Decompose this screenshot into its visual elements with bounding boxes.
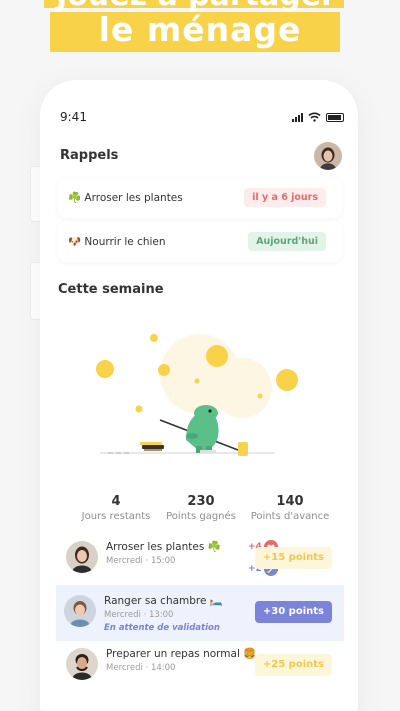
today-badge: Aujourd'hui <box>248 232 326 251</box>
avatar <box>66 648 98 680</box>
stat-points-ahead: 140 Points d'avance <box>250 494 330 522</box>
profile-avatar[interactable] <box>314 142 342 170</box>
reminder-item[interactable]: 🐶 Nourrir le chien Aujourd'hui <box>58 222 342 262</box>
reminder-label: 🐶 Nourrir le chien <box>68 236 166 248</box>
task-points: +30 points <box>254 601 332 623</box>
task-title: Ranger sa chambre 🛏️ <box>104 595 223 607</box>
task-title: Preparer un repas normal 🍔 <box>106 648 257 660</box>
task-status: En attente de validation <box>104 623 220 633</box>
task-item[interactable]: Preparer un repas normal 🍔 Mercredi · 14… <box>58 638 344 692</box>
dino-sweeping-illustration <box>60 312 344 482</box>
task-time: Mercredi · 14:00 <box>106 663 176 673</box>
overdue-badge: il y a 6 jours <box>244 188 326 207</box>
task-title: Arroser les plantes ☘️ <box>106 541 221 553</box>
headline-line-2: le ménage <box>98 10 302 49</box>
reminders-title: Rappels <box>60 148 119 163</box>
headline-banner: Jouez à partager le ménage <box>0 0 400 60</box>
signal-icon <box>292 112 303 122</box>
status-time: 9:41 <box>60 110 87 124</box>
stat-points-earned: 230 Points gagnés <box>166 494 236 522</box>
week-title: Cette semaine <box>58 282 164 297</box>
battery-icon <box>326 112 344 122</box>
task-item[interactable]: Arroser les plantes ☘️ Mercredi · 15:00 … <box>58 531 344 585</box>
avatar <box>66 541 98 573</box>
status-bar: 9:41 <box>60 108 344 128</box>
task-time: Mercredi · 13:00 <box>104 610 174 620</box>
task-points: +15 points <box>254 547 332 569</box>
reminder-label: ☘️ Arroser les plantes <box>68 192 183 204</box>
reminder-item[interactable]: ☘️ Arroser les plantes il y a 6 jours <box>58 178 342 218</box>
task-time: Mercredi · 15:00 <box>106 556 176 566</box>
task-item[interactable]: Ranger sa chambre 🛏️ Mercredi · 13:00 En… <box>56 585 344 641</box>
task-points: +25 points <box>254 654 332 676</box>
avatar <box>64 595 96 627</box>
wifi-icon <box>308 112 321 122</box>
